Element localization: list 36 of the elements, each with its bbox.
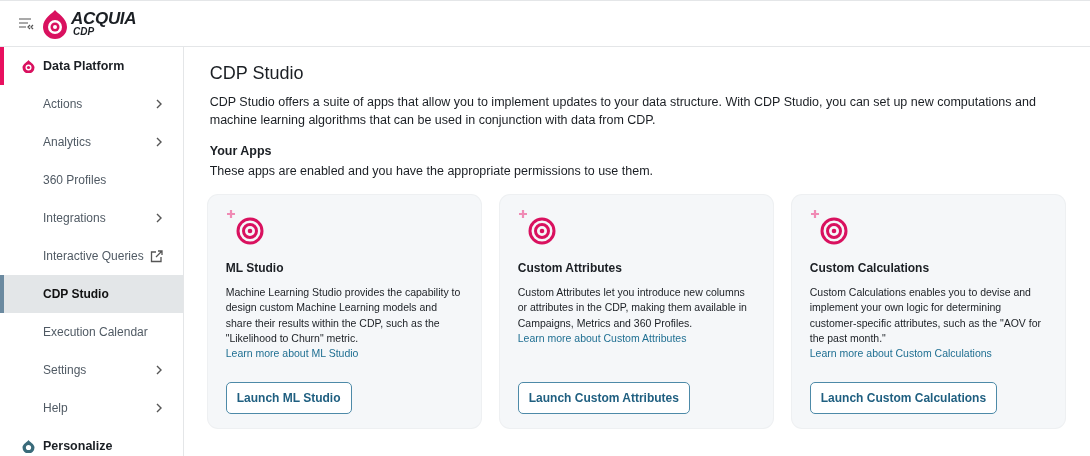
app-title: ML Studio (225, 261, 285, 275)
chevron-icon (154, 99, 163, 109)
sidebar-item[interactable]: Integrations (0, 199, 183, 237)
app-description: Custom Calculations enables you to devise and implement your own logic for determining customer-specific attributes, such as the "AOV for the past month." Learn more about Custom Calculations (809, 285, 1043, 362)
sidebar-item[interactable]: CDP Studio (0, 275, 183, 313)
learn-more-link[interactable]: Learn more about Custom Attributes (517, 331, 687, 344)
chevron-icon (154, 213, 163, 223)
sidebar-item[interactable]: Settings (0, 351, 183, 389)
learn-more-link[interactable]: Learn more about ML Studio (225, 347, 359, 360)
logo-subtitle: CDP (73, 27, 95, 37)
external-link-icon (149, 249, 163, 263)
sidebar-item[interactable]: Help (0, 389, 183, 427)
logo-name: ACQUIA (71, 10, 137, 27)
chevron-icon (154, 365, 163, 375)
sidebar-item[interactable]: Interactive Queries (0, 237, 183, 275)
launch-button[interactable]: Launch ML Studio (225, 382, 352, 414)
logo-icon (42, 8, 68, 39)
sidebar-item[interactable]: Actions (0, 85, 183, 123)
sidebar-section[interactable]: Data Platform (0, 47, 183, 85)
sidebar-item[interactable]: Execution Calendar (0, 313, 183, 351)
app-description: Machine Learning Studio provides the capability to design custom Machine Learning models and share their results within the CDP, such as the "Likelihood to Churn" metric. Learn more about ML Studio (225, 285, 462, 362)
page-title: CDP Studio (209, 63, 305, 84)
app-description: Custom Attributes let you introduce new columns or attributes in the CDP, making them available in Campaigns, Metrics and 360 Profiles. Learn more about Custom Attributes (517, 285, 748, 346)
chevron-icon (154, 403, 163, 413)
chevron-icon (154, 137, 163, 147)
app-title: Custom Attributes (517, 261, 623, 275)
sidebar-item[interactable]: Analytics (0, 123, 183, 161)
menu-collapse-icon[interactable] (18, 17, 34, 30)
launch-button[interactable]: Launch Custom Calculations (809, 382, 998, 414)
page-description: CDP Studio offers a suite of apps that allow you to implement updates to your data structure. With CDP Studio, you can set up new computations and machine learning algorithms that can be used in conjunction with data from CDP. (209, 94, 1037, 129)
section-title: Your Apps (209, 144, 273, 158)
sidebar-item[interactable]: 360 Profiles (0, 161, 183, 199)
section-description: These apps are enabled and you have the appropriate permissions to use them. (209, 163, 655, 180)
learn-more-link[interactable]: Learn more about Custom Calculations (809, 347, 992, 360)
launch-button[interactable]: Launch Custom Attributes (517, 382, 690, 414)
app-title: Custom Calculations (809, 261, 931, 275)
